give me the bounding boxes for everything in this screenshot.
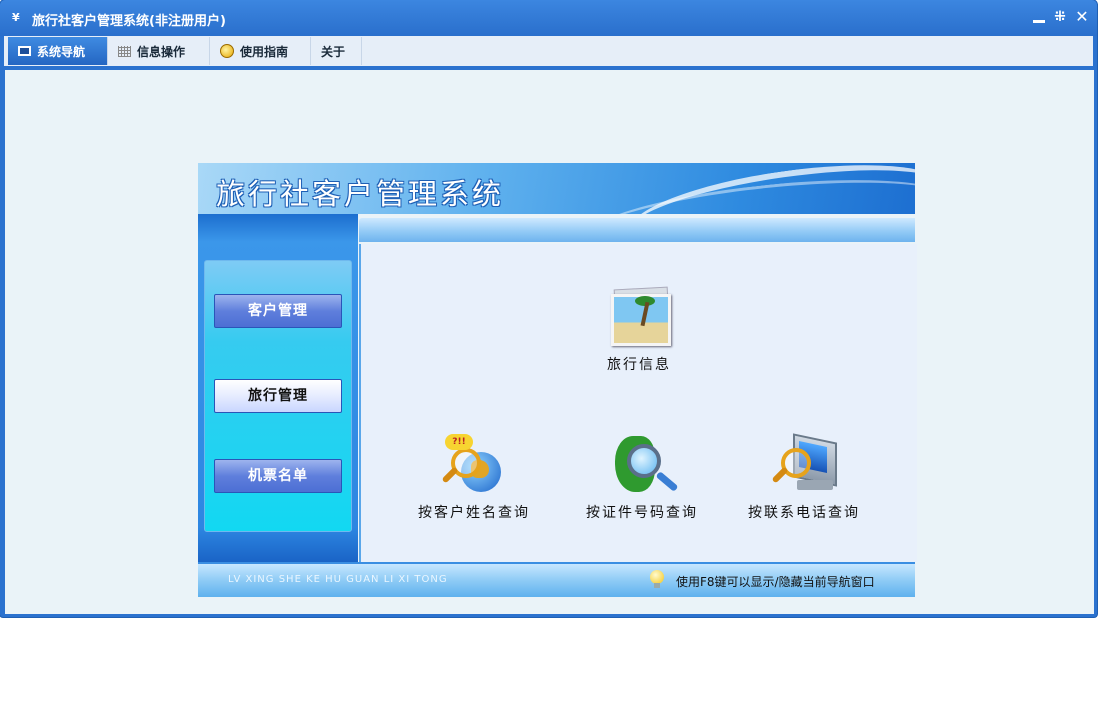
travel-management-button[interactable]: 旅行管理 (214, 379, 342, 413)
monitor-icon (18, 46, 31, 56)
globe-search-icon: ?!! (441, 434, 507, 494)
grid-icon (118, 45, 131, 57)
function-area: 旅行信息 ?!! 按客户姓名查询 按证件号码查询 按联系电话查询 (359, 244, 917, 562)
banner: 旅行社客户管理系统 (198, 163, 915, 214)
nav-button-group: 客户管理 旅行管理 机票名单 (204, 260, 352, 532)
customer-management-button[interactable]: 客户管理 (214, 294, 342, 328)
tab-info-operation[interactable]: 信息操作 (108, 37, 210, 65)
search-by-id-item[interactable]: 按证件号码查询 (581, 434, 703, 522)
restore-icon[interactable]: ⁜ (1051, 8, 1069, 26)
map-search-icon (609, 434, 679, 494)
travel-info-label: 旅行信息 (607, 357, 671, 373)
footer-hint: 使用F8键可以显示/隐藏当前导航窗口 (676, 575, 875, 589)
lightbulb-icon (650, 570, 664, 588)
menu-tab-bar: 系统导航 信息操作 使用指南 关于 (4, 36, 1093, 70)
minimize-icon[interactable] (1030, 8, 1048, 26)
photo-icon (609, 286, 671, 346)
search-by-phone-label: 按联系电话查询 (748, 505, 860, 521)
tab-label: 信息操作 (137, 44, 186, 59)
window-title: 旅行社客户管理系统(非注册用户) (32, 14, 226, 29)
navigation-panel: 旅行社客户管理系统 客户管理 旅行管理 机票名单 旅行信息 ?!! 按客户姓名查… (198, 163, 917, 597)
search-by-phone-item[interactable]: 按联系电话查询 (743, 433, 865, 522)
tab-label: 关于 (321, 44, 346, 59)
banner-title: 旅行社客户管理系统 (216, 177, 505, 211)
tab-label: 使用指南 (240, 44, 289, 59)
search-by-name-label: 按客户姓名查询 (418, 505, 530, 521)
panel-footer: LV XING SHE KE HU GUAN LI XI TONG 使用F8键可… (198, 562, 915, 597)
coin-icon (220, 44, 234, 58)
search-by-name-item[interactable]: ?!! 按客户姓名查询 (413, 434, 535, 522)
tab-user-guide[interactable]: 使用指南 (210, 37, 311, 65)
ticket-list-button[interactable]: 机票名单 (214, 459, 342, 493)
title-bar[interactable]: ¥ 旅行社客户管理系统(非注册用户) ⁜ ✕ (0, 0, 1097, 36)
tab-about[interactable]: 关于 (311, 37, 362, 65)
tab-label: 系统导航 (37, 44, 86, 59)
search-by-id-label: 按证件号码查询 (586, 505, 698, 521)
left-nav-column: 客户管理 旅行管理 机票名单 (198, 214, 358, 562)
tab-system-nav[interactable]: 系统导航 (8, 37, 108, 65)
footer-pinyin: LV XING SHE KE HU GUAN LI XI TONG (228, 574, 448, 585)
main-header-bar (359, 218, 915, 242)
travel-info-item[interactable]: 旅行信息 (589, 286, 689, 374)
monitor-search-icon (771, 433, 837, 494)
close-icon[interactable]: ✕ (1073, 8, 1091, 26)
app-logo-icon: ¥ (12, 11, 20, 24)
